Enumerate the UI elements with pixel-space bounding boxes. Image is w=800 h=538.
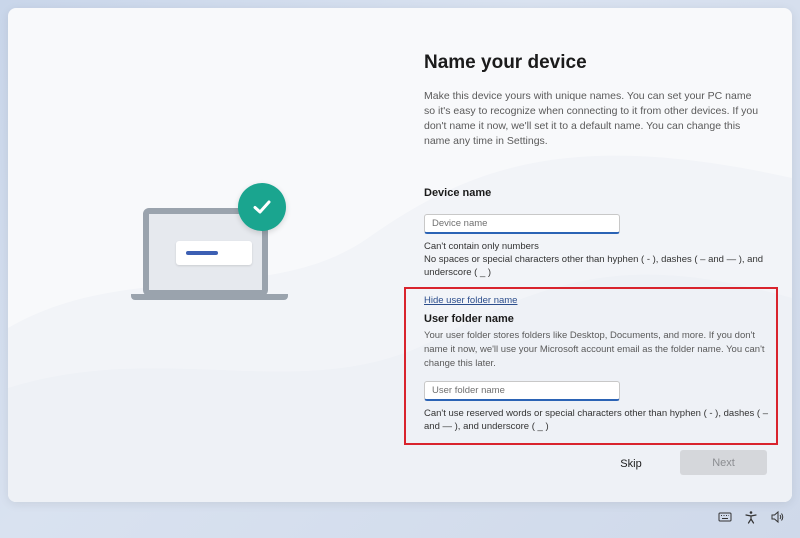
system-tray <box>718 510 784 524</box>
page-title: Name your device <box>424 52 587 73</box>
device-name-label: Device name <box>424 187 492 199</box>
page-intro: Make this device yours with unique names… <box>424 90 759 147</box>
device-name-input[interactable] <box>424 214 620 234</box>
hide-user-folder-link[interactable]: Hide user folder name <box>424 295 517 306</box>
laptop-card-bar <box>186 251 218 255</box>
skip-button[interactable]: Skip <box>611 454 651 474</box>
volume-icon[interactable] <box>770 510 784 524</box>
user-folder-label: User folder name <box>424 313 514 325</box>
device-illustration <box>128 183 303 308</box>
laptop-card <box>176 241 252 265</box>
checkmark-icon <box>238 183 286 231</box>
user-folder-description: Your user folder stores folders like Des… <box>424 330 765 369</box>
setup-window: Name your device Make this device yours … <box>8 8 792 502</box>
keyboard-icon[interactable] <box>718 510 732 524</box>
user-folder-input[interactable] <box>424 381 620 401</box>
device-name-hint-2: No spaces or special characters other th… <box>424 254 764 278</box>
laptop-base <box>131 294 288 300</box>
user-folder-hint: Can't use reserved words or special char… <box>424 408 768 432</box>
accessibility-icon[interactable] <box>744 510 758 524</box>
device-name-hint-1: Can't contain only numbers <box>424 241 539 252</box>
next-button[interactable]: Next <box>680 450 767 475</box>
